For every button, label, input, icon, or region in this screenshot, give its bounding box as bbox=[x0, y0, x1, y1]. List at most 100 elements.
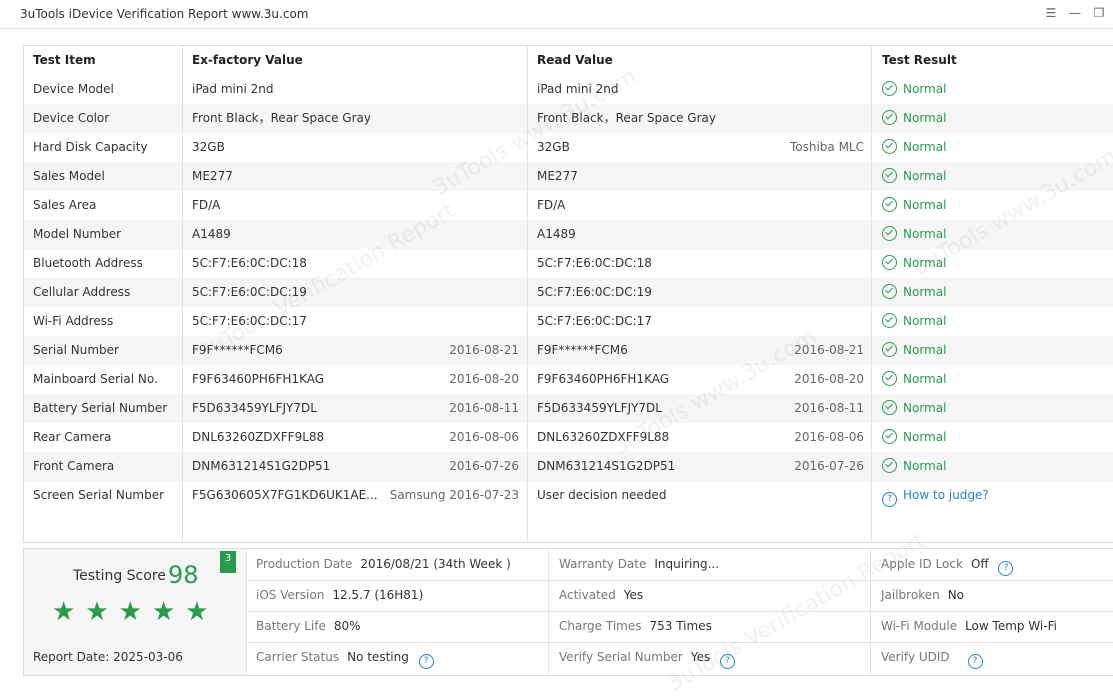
info-value: 80% bbox=[333, 619, 361, 633]
test-result: Normal bbox=[882, 423, 1112, 452]
report-date-value: 2025-03-06 bbox=[113, 650, 183, 664]
check-circle-icon bbox=[882, 313, 897, 328]
table-header: Test Item Ex-factory Value Read Value Te… bbox=[24, 46, 1113, 75]
header-ex-factory-value: Ex-factory Value bbox=[192, 53, 303, 67]
star-icon: ★ bbox=[151, 597, 186, 627]
info-value: Low Temp Wi-Fi bbox=[965, 619, 1057, 633]
info-field: Wi-Fi Module Low Temp Wi-Fi bbox=[881, 611, 1057, 642]
test-item: Sales Model bbox=[33, 169, 105, 183]
test-item: Hard Disk Capacity bbox=[33, 140, 148, 154]
check-circle-icon bbox=[882, 371, 897, 386]
info-field: Verify Serial Number Yes ? bbox=[559, 642, 741, 673]
test-item: Wi-Fi Address bbox=[33, 314, 114, 328]
table-row: Screen Serial Number F5G630605X7FG1KD6UK1… bbox=[24, 481, 1113, 510]
check-circle-icon bbox=[882, 342, 897, 357]
window-title: 3uTools iDevice Verification Report www.… bbox=[20, 7, 309, 21]
header-test-item: Test Item bbox=[33, 53, 96, 67]
ex-factory-value: Front Black，Rear Space Gray bbox=[192, 111, 371, 125]
column-divider bbox=[871, 46, 872, 542]
read-extra: Toshiba MLC bbox=[789, 140, 864, 154]
read-extra: 2016-08-21 bbox=[794, 343, 864, 357]
info-label: Battery Life bbox=[256, 619, 326, 633]
info-field: iOS Version 12.5.7 (16H81) bbox=[256, 580, 423, 611]
check-circle-icon bbox=[882, 400, 897, 415]
info-value: 753 Times bbox=[649, 619, 712, 633]
question-circle-icon[interactable]: ? bbox=[967, 654, 983, 669]
result-text: Normal bbox=[903, 401, 947, 415]
score-box: Testing Score 98 3 ★★★★★ Report Date: 20… bbox=[24, 549, 247, 675]
info-label: Production Date bbox=[256, 557, 353, 571]
table-row: Sales Model ME277 ME277 Normal bbox=[24, 162, 1113, 191]
question-circle-icon[interactable]: ? bbox=[998, 561, 1014, 576]
minimize-icon[interactable]: — bbox=[1068, 6, 1082, 20]
check-circle-icon bbox=[882, 429, 897, 444]
result-text: Normal bbox=[903, 372, 947, 386]
table-row: Rear Camera DNL63260ZDXFF9L88 2016-08-06 DN… bbox=[24, 423, 1113, 452]
restore-icon[interactable]: ❐ bbox=[1092, 6, 1106, 20]
ex-factory-value: 5C:F7:E6:0C:DC:18 bbox=[192, 256, 307, 270]
check-circle-icon bbox=[882, 226, 897, 241]
read-value: Front Black，Rear Space Gray bbox=[537, 111, 716, 125]
result-text: Normal bbox=[903, 227, 947, 241]
test-result: Normal bbox=[882, 133, 1112, 162]
test-item: Model Number bbox=[33, 227, 122, 241]
star-rating: ★★★★★ bbox=[52, 597, 219, 627]
title-bar: 3uTools iDevice Verification Report www.… bbox=[0, 0, 1113, 29]
ex-factory-extra: 2016-08-21 bbox=[449, 343, 519, 357]
result-text: Normal bbox=[903, 169, 947, 183]
list-icon[interactable]: ☰ bbox=[1044, 6, 1058, 20]
info-field: Battery Life 80% bbox=[256, 611, 361, 642]
info-field: Production Date 2016/08/21 (34th Week ) bbox=[256, 549, 511, 580]
test-result: Normal bbox=[882, 75, 1112, 104]
ex-factory-value: 32GB bbox=[192, 140, 225, 154]
test-item: Front Camera bbox=[33, 459, 115, 473]
test-item: Bluetooth Address bbox=[33, 256, 143, 270]
info-value: No testing bbox=[347, 650, 409, 664]
test-result: Normal bbox=[882, 278, 1112, 307]
info-label: Carrier Status bbox=[256, 650, 340, 664]
info-value: Off bbox=[970, 557, 989, 571]
info-label: Verify UDID bbox=[881, 650, 950, 664]
report-date-label: Report Date: bbox=[33, 650, 110, 664]
ex-factory-value: ME277 bbox=[192, 169, 233, 183]
check-circle-icon bbox=[882, 255, 897, 270]
read-extra: 2016-08-20 bbox=[794, 372, 864, 386]
question-circle-icon: ? bbox=[882, 492, 897, 507]
check-circle-icon bbox=[882, 168, 897, 183]
column-divider bbox=[182, 46, 183, 542]
test-item: Sales Area bbox=[33, 198, 97, 212]
test-item: Cellular Address bbox=[33, 285, 131, 299]
info-label: Activated bbox=[559, 588, 616, 602]
result-text: Normal bbox=[903, 256, 947, 270]
star-icon: ★ bbox=[185, 597, 219, 627]
test-item: Device Color bbox=[33, 111, 110, 125]
report-date: Report Date: 2025-03-06 bbox=[33, 650, 183, 664]
info-value: Yes bbox=[623, 588, 644, 602]
question-circle-icon[interactable]: ? bbox=[720, 654, 736, 669]
ex-factory-extra: 2016-07-26 bbox=[449, 459, 519, 473]
result-text: Normal bbox=[903, 343, 947, 357]
read-extra: 2016-08-06 bbox=[794, 430, 864, 444]
info-label: Jailbroken bbox=[881, 588, 940, 602]
question-circle-icon[interactable]: ? bbox=[418, 654, 434, 669]
info-value: Inquiring... bbox=[654, 557, 720, 571]
test-item: Mainboard Serial No. bbox=[33, 372, 158, 386]
info-field: Activated Yes bbox=[559, 580, 643, 611]
test-result[interactable]: ? How to judge? bbox=[882, 481, 1112, 510]
result-text: Normal bbox=[903, 459, 947, 473]
check-circle-icon bbox=[882, 458, 897, 473]
result-text: Normal bbox=[903, 285, 947, 299]
result-text: Normal bbox=[903, 82, 947, 96]
info-label: Warranty Date bbox=[559, 557, 647, 571]
info-field: Verify UDID ? bbox=[881, 642, 989, 673]
ex-factory-value: FD/A bbox=[192, 198, 221, 212]
header-read-value: Read Value bbox=[537, 53, 613, 67]
how-to-judge-link[interactable]: How to judge? bbox=[903, 488, 989, 502]
info-label: Apple ID Lock bbox=[881, 557, 963, 571]
table-row: Serial Number F9F******FCM6 2016-08-21 F9F*… bbox=[24, 336, 1113, 365]
table-row: Front Camera DNM631214S1G2DP51 2016-07-26 D… bbox=[24, 452, 1113, 481]
result-text: Normal bbox=[903, 314, 947, 328]
header-test-result: Test Result bbox=[882, 53, 957, 67]
table-row: Bluetooth Address 5C:F7:E6:0C:DC:18 5C:F7:… bbox=[24, 249, 1113, 278]
test-item: Screen Serial Number bbox=[33, 488, 165, 502]
